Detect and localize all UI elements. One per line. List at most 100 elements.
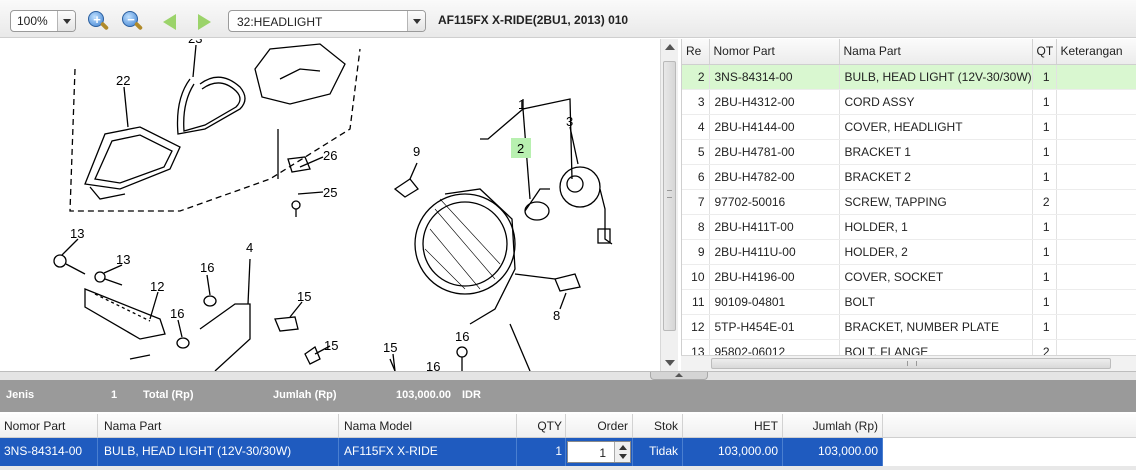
chevron-down-icon[interactable]: [57, 11, 75, 31]
table-row[interactable]: 5 2BU-H4781-00 BRACKET 11: [682, 139, 1136, 165]
table-row[interactable]: 4 2BU-H4144-00 COVER, HEADLIGHT 1: [682, 114, 1136, 140]
table-row[interactable]: 7 97702-50016 SCREW, TAPPING 2: [682, 189, 1136, 215]
zoom-in-button[interactable]: +: [86, 10, 110, 32]
scrollbar-thumb[interactable]: [711, 358, 1111, 369]
row-part-number: 90109-04801: [709, 289, 840, 315]
row-part-number: 2BU-H4781-00: [709, 139, 840, 165]
callout-16c: 16: [455, 329, 469, 344]
table-row[interactable]: 9 2BU-H411U-00 HOLDER, 21: [682, 239, 1136, 265]
toolbar: 100% + − 32:HEADLIGHT AF115FX X-RIDE(2BU…: [0, 0, 1136, 38]
order-jumlah: 103,000.00: [783, 438, 883, 466]
col-part-name[interactable]: Nama Part: [839, 39, 1033, 65]
row-part-name: BRACKET 2: [839, 164, 1033, 190]
order-col-het[interactable]: HET: [683, 414, 783, 437]
scrollbar-thumb[interactable]: [663, 61, 676, 331]
order-quantity-value[interactable]: 1: [599, 446, 606, 460]
row-note: [1056, 89, 1136, 115]
order-col-part-number[interactable]: Nomor Part: [0, 414, 98, 437]
callout-16b: 16: [170, 306, 184, 321]
col-ref[interactable]: Re: [682, 39, 710, 65]
order-col-stok[interactable]: Stok: [633, 414, 683, 437]
parts-diagram[interactable]: 23 22 26 25 1 2 3 9 13 13 4 16 15 12 16 …: [0, 39, 660, 371]
col-note[interactable]: Keterangan: [1056, 39, 1136, 65]
table-row[interactable]: 8 2BU-H411T-00 HOLDER, 11: [682, 214, 1136, 240]
row-qty: 1: [1032, 139, 1057, 165]
row-part-number: 97702-50016: [709, 189, 840, 215]
table-row[interactable]: 12 5TP-H454E-01 BRACKET, NUMBER PLATE 1: [682, 314, 1136, 340]
previous-button[interactable]: [158, 10, 182, 32]
callout-2[interactable]: 2: [517, 141, 524, 156]
parts-table-header: Re Nomor Part Nama Part QT Keterangan: [682, 39, 1136, 65]
row-ref: 6: [682, 164, 710, 190]
callout-15b: 15: [324, 338, 338, 353]
order-model: AF115FX X-RIDE: [339, 438, 517, 466]
panel-splitter[interactable]: [0, 371, 1136, 380]
callout-13b: 13: [116, 252, 130, 267]
callout-4: 4: [246, 240, 253, 255]
table-row[interactable]: 6 2BU-H4782-00 BRACKET 21: [682, 164, 1136, 190]
order-stok: Tidak: [633, 438, 683, 466]
order-col-model[interactable]: Nama Model: [339, 414, 517, 437]
exploded-diagram: 23 22 26 25 1 2 3 9 13 13 4 16 15 12 16 …: [53, 39, 613, 371]
callout-16: 16: [200, 260, 214, 275]
row-qty: 1: [1032, 164, 1057, 190]
row-qty: 1: [1032, 214, 1057, 240]
total-label: Total (Rp): [143, 389, 194, 401]
diagram-vertical-scrollbar[interactable]: [660, 39, 678, 371]
row-part-number: 2BU-H4312-00: [709, 89, 840, 115]
callout-15: 15: [297, 289, 311, 304]
scroll-down-icon[interactable]: [665, 360, 675, 366]
table-row[interactable]: 11 90109-04801 BOLT 1: [682, 289, 1136, 315]
table-row[interactable]: 3 2BU-H4312-00 CORD ASSY 1: [682, 89, 1136, 115]
row-qty: 1: [1032, 239, 1057, 265]
section-select[interactable]: 32:HEADLIGHT: [228, 10, 426, 32]
zoom-out-button[interactable]: −: [120, 10, 144, 32]
row-part-name: HOLDER, 1: [839, 214, 1033, 240]
parts-horizontal-scrollbar[interactable]: [681, 355, 1136, 371]
row-ref: 8: [682, 214, 710, 240]
chevron-down-icon[interactable]: [407, 11, 425, 31]
bottom-strip: [0, 466, 1136, 470]
col-part-number[interactable]: Nomor Part: [709, 39, 840, 65]
order-part-name: BULB, HEAD LIGHT (12V-30/30W): [98, 438, 339, 466]
decrement-icon[interactable]: [619, 454, 627, 459]
row-part-number: 2BU-H4196-00: [709, 264, 840, 290]
parts-list-panel: Re Nomor Part Nama Part QT Keterangan 23…: [681, 39, 1136, 357]
col-qty[interactable]: QT: [1032, 39, 1057, 65]
arrow-right-icon: [198, 14, 211, 30]
zoom-value: 100%: [17, 14, 48, 28]
row-note: [1056, 314, 1136, 340]
jumlah-label: Jumlah (Rp): [273, 389, 337, 401]
order-col-jumlah[interactable]: Jumlah (Rp): [783, 414, 883, 437]
row-part-name: HOLDER, 2: [839, 239, 1033, 265]
row-qty: 1: [1032, 314, 1057, 340]
increment-icon[interactable]: [619, 445, 627, 450]
table-row[interactable]: 2 3NS-84314-00 BULB, HEAD LIGHT (12V-30/30…: [682, 64, 1136, 90]
row-part-number: 2BU-H4144-00: [709, 114, 840, 140]
order-col-qty[interactable]: QTY: [517, 414, 566, 437]
row-note: [1056, 239, 1136, 265]
next-button[interactable]: [192, 10, 216, 32]
row-part-name: BRACKET, NUMBER PLATE: [839, 314, 1033, 340]
table-row[interactable]: 10 2BU-H4196-00 COVER, SOCKET 1: [682, 264, 1136, 290]
order-quantity-stepper[interactable]: 1: [567, 441, 631, 463]
zoom-select[interactable]: 100%: [10, 10, 76, 32]
row-ref: 7: [682, 189, 710, 215]
row-part-name: COVER, HEADLIGHT: [839, 114, 1033, 140]
callout-23: 23: [188, 39, 202, 46]
jenis-value: 1: [111, 389, 118, 401]
parts-table: Re Nomor Part Nama Part QT Keterangan 23…: [682, 39, 1136, 357]
order-col-part-name[interactable]: Nama Part: [98, 414, 339, 437]
callout-9: 9: [413, 144, 420, 159]
order-summary-bar: Jenis 1 Total (Rp) Jumlah (Rp) 103,000.0…: [0, 380, 1136, 412]
scroll-up-icon[interactable]: [665, 44, 675, 50]
section-value: 32:HEADLIGHT: [237, 15, 323, 29]
row-part-name: BULB, HEAD LIGHT (12V-30/30W): [839, 64, 1033, 90]
callout-15c: 15: [383, 340, 397, 355]
order-qty: 1: [517, 438, 566, 466]
callout-13: 13: [70, 226, 84, 241]
row-note: [1056, 214, 1136, 240]
collapse-up-icon[interactable]: [650, 372, 708, 380]
order-col-order[interactable]: Order: [566, 414, 633, 437]
row-note: [1056, 289, 1136, 315]
